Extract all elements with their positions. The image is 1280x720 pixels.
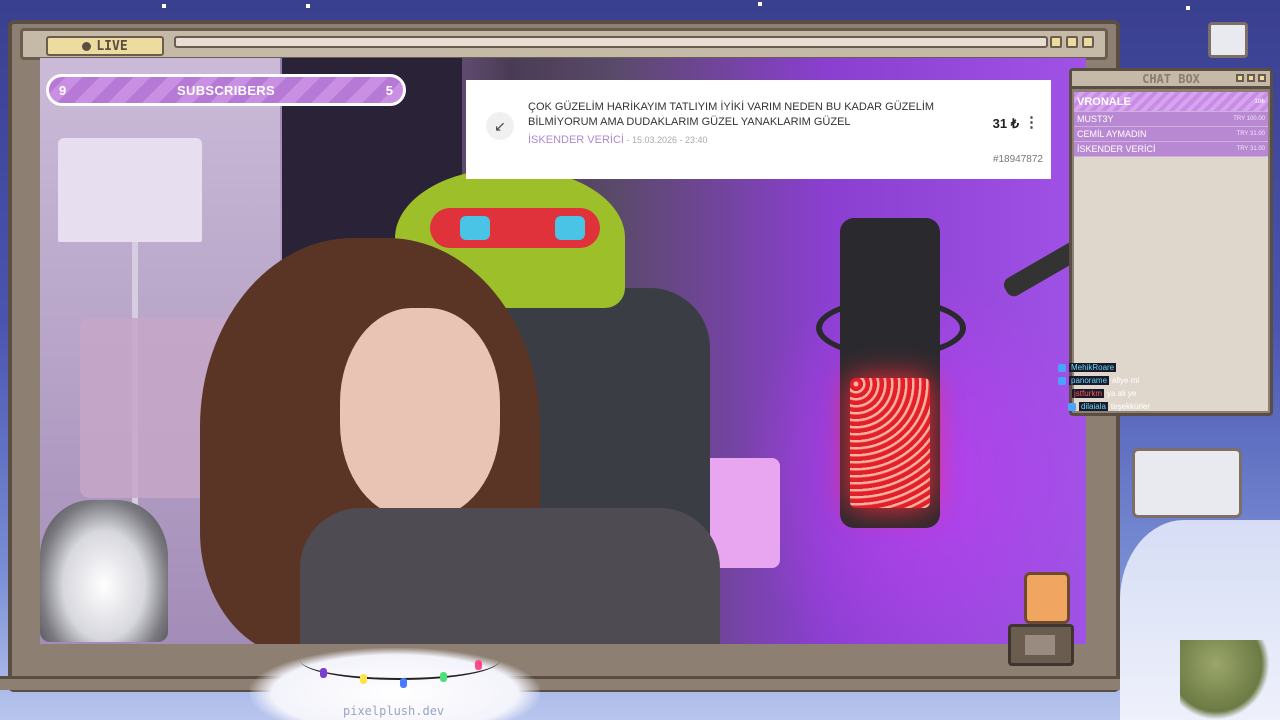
chat-text: aliye mi: [1112, 376, 1140, 385]
donation-message: ÇOK GÜZELİM HARİKAYIM TATLIYIM İYİKİ VAR…: [528, 101, 935, 128]
plant-icon: [1180, 640, 1270, 720]
star-decoration: [162, 4, 166, 8]
cat-tv-icon: [1008, 624, 1074, 666]
light-bulb-icon: [475, 660, 482, 670]
chat-message: panorame aliye mi: [1058, 374, 1150, 387]
arrow-down-left-icon[interactable]: ↙: [486, 112, 514, 140]
chat-username[interactable]: jstfurkm: [1072, 389, 1104, 398]
donation-id: #18947872: [992, 154, 1043, 165]
subscriber-goal-count: 5: [385, 82, 393, 98]
donor-name: CEMİL AYMADIN: [1077, 129, 1147, 139]
chat-box-title: CHAT BOX: [1142, 71, 1200, 86]
window-button-icon: [1236, 74, 1244, 82]
window-button-icon: [1050, 36, 1062, 48]
window-button-icon: [1258, 74, 1266, 82]
chat-message: dilaiala teşekkürler: [1058, 400, 1150, 413]
donor-name: İSKENDER VERİCİ: [1077, 144, 1156, 154]
star-decoration: [758, 2, 762, 6]
chat-badge-icon: [1058, 376, 1066, 385]
streamer-face: [340, 308, 500, 518]
donation-list-item: MUST3Y TRY 100.00: [1074, 112, 1268, 127]
light-bulb-icon: [400, 678, 407, 688]
light-bulb-icon: [360, 674, 367, 684]
watermark: pixelplush.dev: [343, 704, 445, 718]
chat-badge-icon: [1058, 363, 1066, 372]
goggle-lens: [460, 216, 490, 240]
chat-message: jstfurkm ya ali ye: [1058, 387, 1150, 400]
chat-message: MehikRoare: [1058, 361, 1150, 374]
window-button-icon: [1247, 74, 1255, 82]
live-dot-icon: [82, 41, 92, 51]
more-options-icon[interactable]: ⋮: [1024, 113, 1039, 131]
donor-amount: TRY 31.00: [1236, 131, 1265, 137]
subscriber-goal-bar: 9 SUBSCRIBERS 5: [46, 74, 406, 106]
chat-messages: MehikRoare panorame aliye mi jstfurkm ya…: [1058, 361, 1150, 413]
goggle-lens: [555, 216, 585, 240]
live-label: LIVE: [96, 38, 128, 54]
frame-window-buttons: [1050, 36, 1094, 48]
star-decoration: [306, 4, 310, 8]
donation-amount: 31 ₺: [992, 116, 1019, 131]
light-bulb-icon: [440, 672, 447, 682]
string-lights-icon: [300, 640, 500, 688]
live-indicator: LIVE: [46, 36, 164, 56]
donor-name: VRONALE: [1077, 95, 1131, 108]
donation-meta: İSKENDER VERİCİ - 15.03.2026 - 23:40: [528, 134, 708, 146]
donor-name: MUST3Y: [1077, 114, 1114, 124]
donation-datetime: 15.03.2026 - 23:40: [631, 135, 708, 145]
window-button-icon: [1066, 36, 1078, 48]
star-decoration: [1186, 6, 1190, 10]
chat-text: ya ali ye: [1107, 389, 1137, 398]
window-button-icon: [1082, 36, 1094, 48]
streamer-shirt: [300, 508, 720, 644]
chat-text: teşekkürler: [1110, 402, 1151, 411]
orange-cat-icon: [1024, 572, 1070, 624]
donation-list-item: CEMİL AYMADIN TRY 31.00: [1074, 127, 1268, 142]
donor-amount: TRY 31.00: [1236, 146, 1265, 152]
donation-list-item: VRONALE 10₺: [1074, 92, 1268, 112]
chat-username[interactable]: MehikRoare: [1069, 363, 1117, 372]
frame-address-bar: [174, 36, 1048, 48]
chat-username[interactable]: dilaiala: [1079, 402, 1108, 411]
donation-sender: İSKENDER VERİCİ: [528, 134, 624, 146]
donation-list-item: İSKENDER VERİCİ TRY 31.00: [1074, 142, 1268, 157]
kitten-sticker: [40, 500, 168, 642]
light-bulb-icon: [320, 668, 327, 678]
chat-badge-icon: [1068, 402, 1076, 411]
pixel-cat-icon: [1208, 22, 1248, 58]
subscriber-label: SUBSCRIBERS: [177, 82, 275, 98]
pixel-cat-icon: [1132, 448, 1242, 518]
microphone-rgb-glow: [850, 378, 930, 508]
donor-amount: TRY 100.00: [1233, 116, 1265, 122]
chat-box-header: CHAT BOX: [1072, 71, 1270, 89]
chat-box: CHAT BOX VRONALE 10₺ MUST3Y TRY 100.00 C…: [1058, 68, 1273, 416]
floor-lamp-icon: [58, 138, 202, 242]
chat-username[interactable]: panorame: [1069, 376, 1110, 385]
donation-alert: ↙ ÇOK GÜZELİM HARİKAYIM TATLIYIM İYİKİ V…: [466, 80, 1051, 179]
subscriber-current-count: 9: [59, 82, 67, 98]
donation-separator: -: [623, 135, 632, 145]
frame-bottom-band: [0, 676, 1120, 690]
donor-amount: 10₺: [1254, 99, 1266, 105]
